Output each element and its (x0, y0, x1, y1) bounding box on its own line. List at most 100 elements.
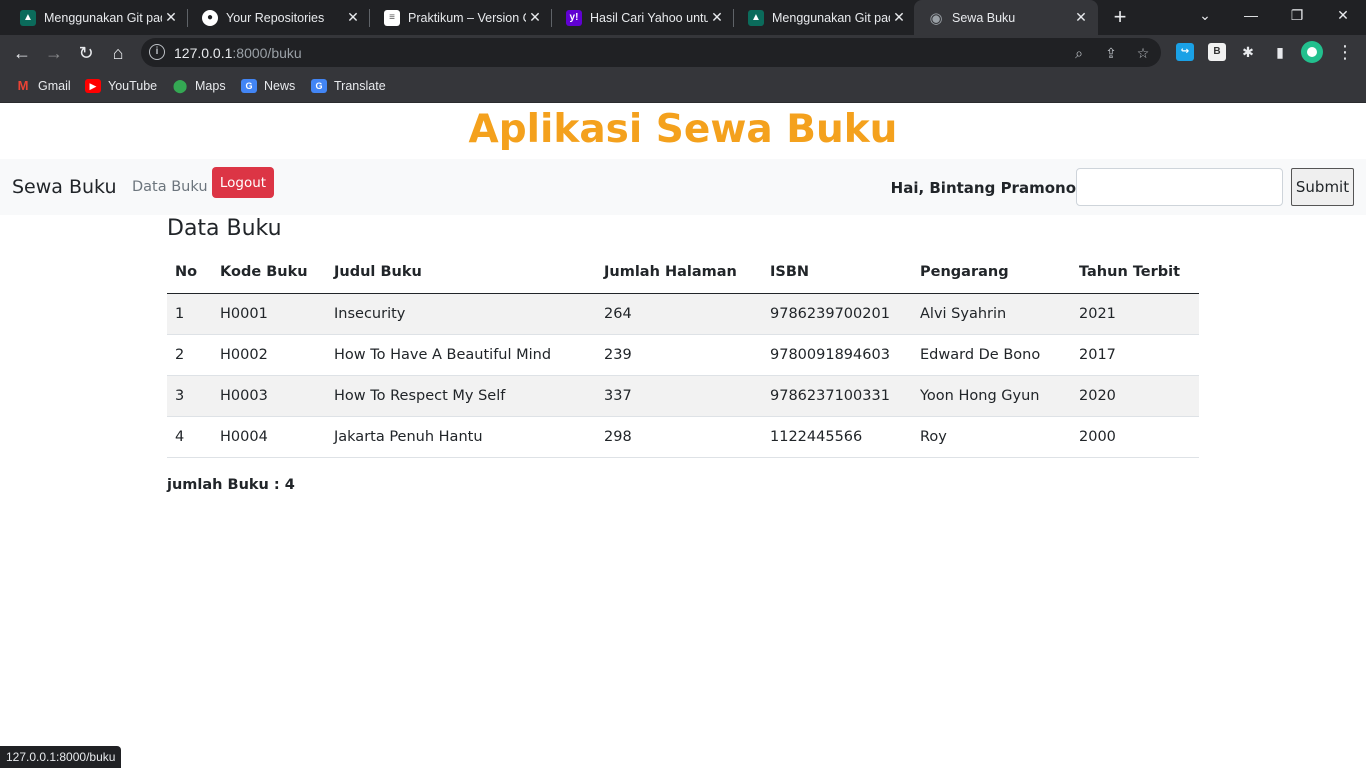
bookmark-maps[interactable]: ⬤ Maps (172, 76, 226, 96)
navbar-brand[interactable]: Sewa Buku (12, 176, 117, 198)
puzzle-icon[interactable]: ✱ (1239, 43, 1257, 61)
site-info-icon[interactable]: i (149, 44, 165, 60)
status-bar-url: 127.0.0.1:8000/buku (0, 746, 122, 768)
table-cell: Insecurity (326, 293, 596, 335)
tab-title: Menggunakan Git pada (44, 10, 162, 25)
tab-active[interactable]: ◉ Sewa Buku ✕ (914, 0, 1098, 35)
column-header: Kode Buku (212, 252, 326, 294)
menu-icon[interactable]: ⋮ (1336, 41, 1354, 63)
extension-b-icon[interactable]: B (1208, 43, 1226, 61)
hat-icon: ▲ (748, 9, 764, 26)
table-row: 4 H0004 Jakarta Penuh Hantu 298 11224455… (167, 416, 1199, 458)
gmail-icon: M (17, 78, 29, 93)
home-button[interactable]: ⌂ (104, 39, 132, 67)
page-content: Aplikasi Sewa Buku Sewa Buku Data Buku L… (0, 103, 1366, 768)
table-cell: 2 (167, 334, 212, 376)
app-title: Aplikasi Sewa Buku (468, 107, 898, 152)
column-header: Tahun Terbit (1071, 252, 1199, 294)
side-panel-icon[interactable]: ▮ (1271, 43, 1289, 61)
table-cell: Alvi Syahrin (912, 293, 1071, 335)
tab-title: Praktikum – Version C (408, 10, 526, 25)
bookmark-star-icon[interactable]: ☆ (1133, 43, 1153, 63)
table-cell: H0002 (212, 334, 326, 376)
table-cell: 9786239700201 (762, 293, 912, 335)
url-path: :8000/buku (232, 45, 302, 61)
bookmark-youtube[interactable]: ▶ YouTube (85, 76, 157, 96)
table-cell: Roy (912, 416, 1071, 458)
tab-search-icon[interactable]: ⌄ (1182, 0, 1228, 30)
translate-icon: G (311, 79, 327, 93)
books-table: No Kode Buku Judul Buku Jumlah Halaman I… (167, 252, 1199, 458)
bookmark-news[interactable]: G News (241, 76, 295, 96)
bookmark-label: Maps (195, 79, 226, 93)
bookmark-label: YouTube (108, 79, 158, 93)
logout-button[interactable]: Logout (212, 167, 274, 198)
close-icon[interactable]: ✕ (162, 9, 180, 26)
table-header-row: No Kode Buku Judul Buku Jumlah Halaman I… (167, 252, 1199, 294)
tab-3[interactable]: ≡ Praktikum – Version C ✕ (364, 0, 552, 35)
table-cell: 4 (167, 416, 212, 458)
table-cell: How To Have A Beautiful Mind (326, 334, 596, 376)
tab-2[interactable]: ● Your Repositories ✕ (182, 0, 370, 35)
table-cell: 337 (596, 375, 762, 417)
column-header: Pengarang (912, 252, 1071, 294)
table-cell: 2021 (1071, 293, 1199, 335)
tab-1[interactable]: ▲ Menggunakan Git pada ✕ (0, 0, 188, 35)
table-cell: Yoon Hong Gyun (912, 375, 1071, 417)
url-text[interactable]: 127.0.0.1:8000/buku (174, 45, 302, 61)
new-tab-button[interactable]: + (1108, 4, 1132, 30)
reload-button[interactable]: ↻ (72, 39, 100, 67)
table-cell: H0004 (212, 416, 326, 458)
github-icon: ● (202, 9, 218, 26)
share-icon[interactable]: ⇪ (1101, 43, 1121, 63)
column-header: ISBN (762, 252, 912, 294)
close-icon[interactable]: ✕ (526, 9, 544, 26)
bookmark-gmail[interactable]: M Gmail (15, 76, 71, 96)
table-cell: 3 (167, 375, 212, 417)
document-icon: ≡ (384, 9, 400, 26)
search-input[interactable] (1076, 168, 1283, 206)
yahoo-icon: y! (566, 9, 582, 26)
tab-strip: ▲ Menggunakan Git pada ✕ ● Your Reposito… (0, 0, 1366, 35)
bookmark-label: News (264, 79, 296, 93)
tab-4[interactable]: y! Hasil Cari Yahoo untuk ✕ (546, 0, 734, 35)
bookmarks-bar: M Gmail ▶ YouTube ⬤ Maps G News G Transl… (0, 70, 1366, 103)
table-cell: 2000 (1071, 416, 1199, 458)
close-icon[interactable]: ✕ (344, 9, 362, 26)
maps-icon: ⬤ (172, 78, 188, 93)
submit-button[interactable]: Submit (1291, 168, 1354, 206)
column-header: No (167, 252, 212, 294)
close-icon[interactable]: ✕ (890, 9, 908, 26)
zoom-icon[interactable]: ⌕ (1069, 43, 1089, 63)
table-cell: H0003 (212, 375, 326, 417)
restore-button[interactable]: ❐ (1274, 0, 1320, 30)
navbar: Sewa Buku Data Buku Logout Hai, Bintang … (0, 159, 1366, 215)
close-icon[interactable]: ✕ (1072, 9, 1090, 26)
extension-arrow-icon[interactable]: ↪ (1176, 43, 1194, 61)
column-header: Jumlah Halaman (596, 252, 762, 294)
bookmark-translate[interactable]: G Translate (311, 76, 386, 96)
close-icon[interactable]: ✕ (708, 9, 726, 26)
profile-avatar[interactable] (1301, 41, 1323, 63)
table-cell: Jakarta Penuh Hantu (326, 416, 596, 458)
back-button[interactable]: ← (8, 39, 36, 67)
table-cell: 1122445566 (762, 416, 912, 458)
forward-button[interactable]: → (40, 39, 68, 67)
table-cell: 264 (596, 293, 762, 335)
user-greeting: Hai, Bintang Pramono (890, 179, 1076, 197)
close-window-button[interactable]: ✕ (1320, 0, 1366, 30)
table-cell: 2020 (1071, 375, 1199, 417)
address-bar[interactable]: i 127.0.0.1:8000/buku ⌕ ⇪ ☆ (141, 38, 1161, 67)
section-title: Data Buku (167, 216, 282, 241)
tab-5[interactable]: ▲ Menggunakan Git pada ✕ (728, 0, 916, 35)
browser-toolbar: ← → ↻ ⌂ i 127.0.0.1:8000/buku ⌕ ⇪ ☆ ↪ B … (0, 35, 1366, 70)
table-cell: H0001 (212, 293, 326, 335)
nav-link-data-buku[interactable]: Data Buku (132, 179, 208, 195)
minimize-button[interactable]: — (1228, 0, 1274, 30)
bookmark-label: Translate (334, 79, 386, 93)
tab-title: Your Repositories (226, 10, 325, 25)
tab-title: Hasil Cari Yahoo untuk (590, 10, 708, 25)
column-header: Judul Buku (326, 252, 596, 294)
table-row: 1 H0001 Insecurity 264 9786239700201 Alv… (167, 293, 1199, 335)
table-cell: 1 (167, 293, 212, 335)
